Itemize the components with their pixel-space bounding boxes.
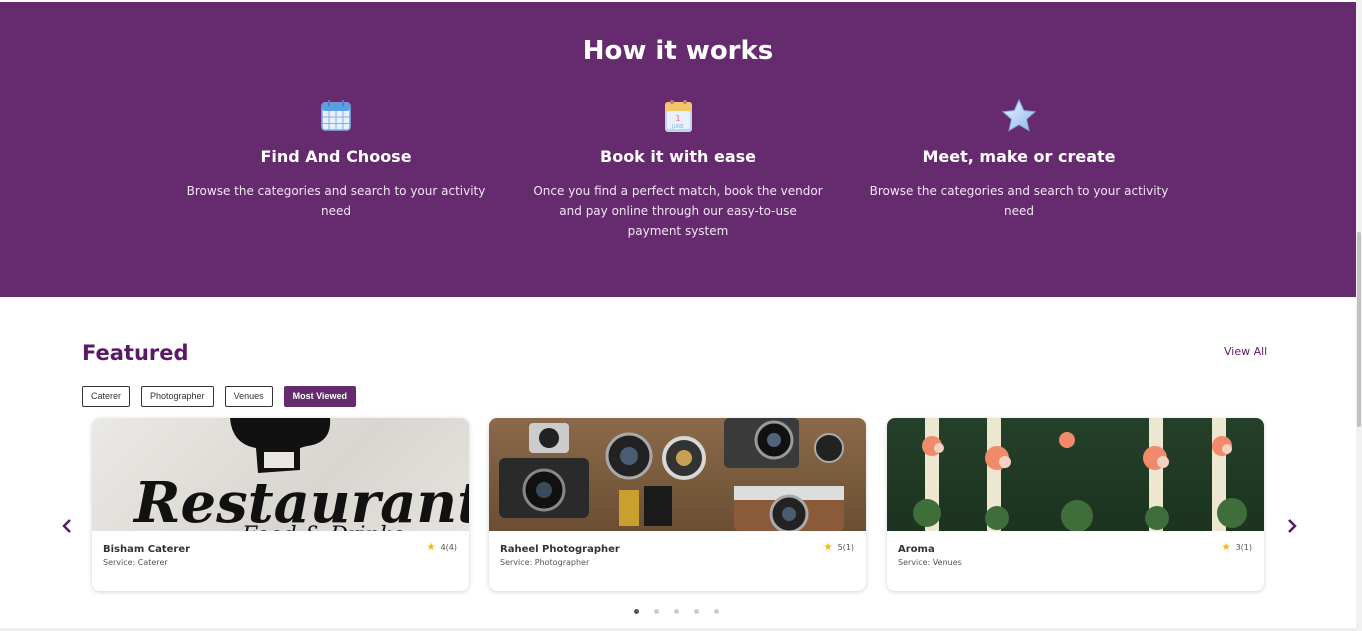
step-find-and-choose: Find And Choose Browse the categories an… [186,98,486,221]
vendor-rating: ★ 4(4) [427,542,457,553]
step-description: Browse the categories and search to your… [186,184,486,218]
page: How it works Find And Choose Browse the … [0,0,1362,631]
filter-most-viewed[interactable]: Most Viewed [283,386,356,407]
restaurant-logo-image: Restaurant Food & Drinks [132,418,469,531]
vendor-card-raheel-photographer[interactable]: Raheel Photographer Service: Photographe… [489,418,866,591]
vendor-name: Aroma [898,544,935,555]
carousel-dot[interactable] [694,609,699,614]
step-meet-make-create: Meet, make or create Browse the categori… [869,98,1169,221]
step-title: Meet, make or create [922,147,1116,166]
star-icon [1001,98,1037,132]
how-it-works-section: How it works Find And Choose Browse the … [0,2,1356,297]
carousel-pagination [634,609,719,614]
filter-venues[interactable]: Venues [224,386,273,407]
image-logo-subtext: Food & Drinks [241,523,404,531]
scrollbar-thumb[interactable] [1357,232,1361,427]
featured-title: Featured [82,341,189,365]
vendor-image [887,418,1264,531]
view-all-link[interactable]: View All [1224,345,1267,358]
image-logo-text: Restaurant [132,470,469,531]
calendar-grid-icon [321,100,351,131]
rating-value: 3(1) [1235,543,1252,552]
cameras-photo-image [499,418,844,531]
carousel-dot[interactable] [654,609,659,614]
vendor-card-bisham-caterer[interactable]: Restaurant Food & Drinks Bisham Caterer … [92,418,469,591]
step-book-it: 1 JUNE Book it with ease Once you find a… [528,98,828,241]
step-description: Browse the categories and search to your… [869,184,1169,218]
filter-photographer[interactable]: Photographer [141,386,214,407]
chevron-left-icon [62,519,71,533]
vendor-card-aroma[interactable]: Aroma Service: Venues ★ 3(1) [887,418,1264,591]
carousel-prev-button[interactable] [59,515,75,537]
carousel-dot[interactable] [634,609,639,614]
rating-value: 5(1) [837,543,854,552]
carousel-dot[interactable] [714,609,719,614]
svg-text:1: 1 [675,114,680,123]
vendor-name: Raheel Photographer [500,544,620,555]
vendor-image: Restaurant Food & Drinks [92,418,469,531]
filter-caterer[interactable]: Caterer [82,386,131,407]
vendor-name: Bisham Caterer [103,544,191,555]
vendor-service: Service: Venues [898,558,962,567]
star-icon: ★ [426,542,436,553]
vendor-service: Service: Photographer [500,558,590,567]
calendar-june-icon: 1 JUNE [665,100,692,132]
star-icon: ★ [1221,542,1231,553]
vendor-service: Service: Caterer [103,558,168,567]
carousel-dot[interactable] [674,609,679,614]
how-it-works-title: How it works [582,36,774,66]
vendor-rating: ★ 3(1) [1222,542,1252,553]
vendor-image [489,418,866,531]
rating-value: 4(4) [440,543,457,552]
carousel-next-button[interactable] [1284,515,1300,537]
vendor-rating: ★ 5(1) [824,542,854,553]
star-icon: ★ [823,542,833,553]
step-title: Book it with ease [600,147,756,166]
step-description: Once you find a perfect match, book the … [533,184,823,238]
filter-chips: Caterer Photographer Venues Most Viewed [82,386,356,407]
venue-flowers-image [913,418,1247,531]
svg-text:JUNE: JUNE [671,124,684,130]
chevron-right-icon [1288,519,1297,533]
step-title: Find And Choose [260,147,412,166]
